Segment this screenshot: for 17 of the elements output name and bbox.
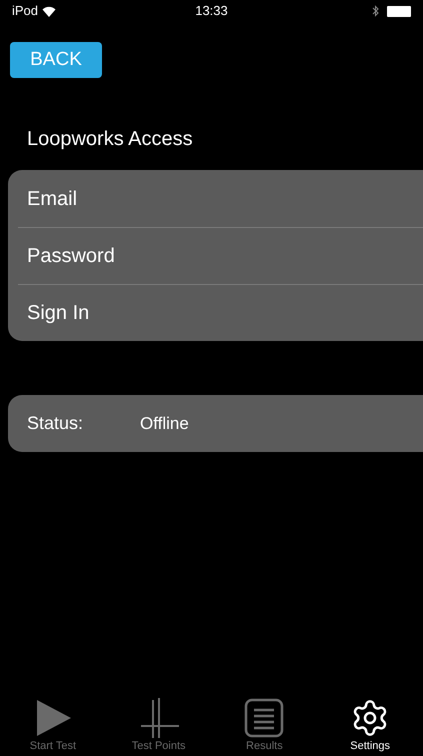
login-row[interactable]: Password [27, 241, 115, 271]
battery-icon [386, 6, 411, 16]
section-title: Loopworks Access [27, 128, 193, 150]
tab-bar-item[interactable]: Test Points [114, 694, 204, 754]
list-icon [244, 698, 284, 738]
wifi-icon [42, 6, 56, 16]
status-value: Offline [140, 412, 189, 435]
status-label: Status: [27, 412, 84, 435]
tab-bar-item[interactable]: Settings [325, 694, 416, 754]
crosshair-icon [138, 698, 179, 738]
tab-bar-item[interactable]: Start Test [8, 694, 98, 754]
clock-time: 13:33 [195, 2, 228, 20]
login-row[interactable]: Sign In [27, 298, 90, 328]
carrier-label: iPod [12, 2, 38, 20]
tab-bar-item[interactable]: Results [219, 694, 310, 754]
bluetooth-icon [372, 5, 379, 17]
login-row[interactable]: Email [27, 184, 78, 214]
